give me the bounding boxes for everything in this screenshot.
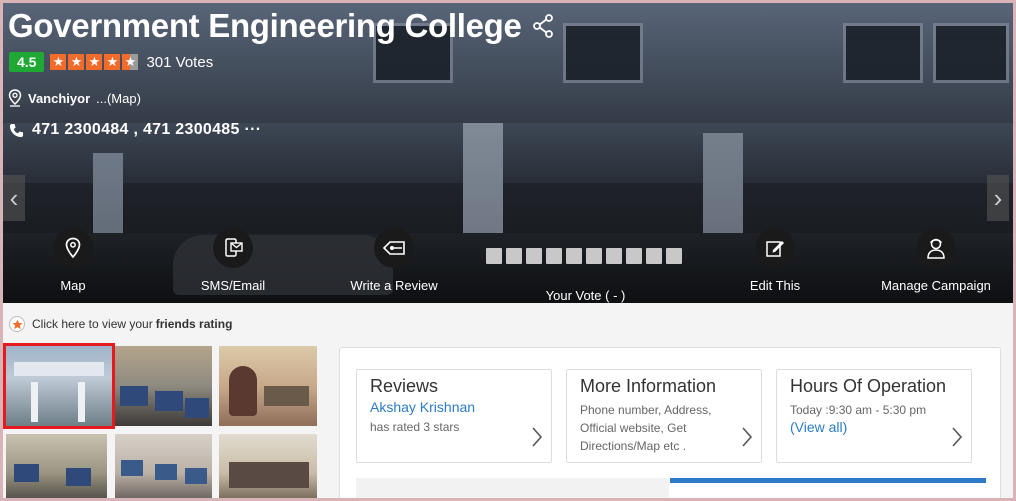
share-icon[interactable] (532, 14, 554, 38)
friends-rating-text: Click here to view your (32, 317, 153, 331)
bottom-strip-grey (356, 478, 669, 498)
vote-box[interactable] (525, 248, 542, 264)
phone-numbers[interactable]: 471 2300484 , 471 2300485 ··· (32, 121, 261, 139)
vote-box[interactable] (625, 248, 642, 264)
review-detail: has rated 3 stars (370, 420, 460, 434)
rating-badge: 4.5 (9, 52, 45, 72)
bottom-strip-blue (670, 478, 986, 483)
photo-thumbnail[interactable] (219, 346, 317, 426)
more-information-title: More Information (580, 376, 717, 396)
location-name: Vanchiyor (28, 90, 91, 106)
star-icon (9, 316, 25, 332)
next-photo-button[interactable]: › (987, 175, 1009, 221)
friends-rating-bold: friends rating (155, 317, 233, 331)
map-label: Map (60, 278, 86, 293)
star-icon[interactable]: ★ (104, 54, 121, 70)
vote-box[interactable] (545, 248, 562, 264)
photo-thumbnail[interactable] (115, 434, 212, 498)
your-vote-action[interactable]: Your Vote ( - ) (483, 238, 688, 303)
vote-box[interactable] (585, 248, 602, 264)
votes-count[interactable]: 301 Votes (146, 54, 213, 71)
map-link[interactable]: ...(Map) (96, 91, 141, 106)
map-pin-icon (65, 237, 81, 259)
reviews-title: Reviews (370, 376, 439, 396)
vote-boxes[interactable] (483, 248, 688, 268)
photo-thumbnail[interactable] (115, 346, 212, 426)
edit-this-circle (755, 228, 795, 268)
location-icon (8, 89, 22, 107)
write-review-circle (374, 228, 414, 268)
manage-campaign-circle (916, 228, 956, 268)
map-action[interactable]: Map (8, 228, 138, 293)
photo-thumbnail-selected[interactable] (3, 343, 115, 429)
reviews-box[interactable]: Reviews Akshay Krishnan has rated 3 star… (356, 369, 552, 463)
rating-row: 4.5 ★ ★ ★ ★ ★ 301 Votes (9, 52, 213, 72)
star-icon[interactable]: ★ (122, 54, 139, 70)
edit-icon (766, 241, 784, 257)
prev-photo-button[interactable]: ‹ (3, 175, 25, 221)
write-review-label: Write a Review (350, 278, 438, 293)
sms-email-circle (213, 228, 253, 268)
vote-box[interactable] (645, 248, 662, 264)
map-action-circle (53, 228, 93, 268)
view-all-hours-link[interactable]: (View all) (790, 419, 958, 435)
card-bottom-strip (356, 478, 986, 498)
title-row: Government Engineering College (8, 7, 554, 45)
sms-email-icon (225, 238, 243, 257)
hours-of-operation-box[interactable]: Hours Of Operation Today :9:30 am - 5:30… (776, 369, 972, 463)
hours-title: Hours Of Operation (790, 376, 947, 396)
vote-box[interactable] (485, 248, 502, 264)
phone-icon (9, 123, 24, 137)
college-title: Government Engineering College (8, 7, 522, 44)
chevron-right-icon (742, 427, 753, 447)
manage-campaign-icon (927, 238, 945, 259)
star-rating[interactable]: ★ ★ ★ ★ ★ (50, 54, 140, 70)
info-card: Reviews Akshay Krishnan has rated 3 star… (339, 347, 1001, 498)
sms-email-action[interactable]: SMS/Email (168, 228, 298, 293)
chevron-right-icon (532, 427, 543, 447)
vote-box[interactable] (565, 248, 582, 264)
photo-thumbnail[interactable] (6, 434, 107, 498)
star-icon[interactable]: ★ (50, 54, 67, 70)
manage-campaign-action[interactable]: Manage Campaign (871, 228, 1001, 293)
address-row: Vanchiyor ...(Map) (8, 89, 141, 107)
star-icon[interactable]: ★ (68, 54, 85, 70)
write-review-icon (382, 241, 405, 255)
vote-box[interactable] (605, 248, 622, 264)
more-information-detail: Phone number, Address, Official website,… (580, 403, 712, 453)
vote-box[interactable] (505, 248, 522, 264)
friends-rating-link[interactable]: Click here to view your friends rating (9, 316, 232, 332)
write-review-action[interactable]: Write a Review (329, 228, 459, 293)
your-vote-label: Your Vote ( - ) (545, 288, 626, 303)
chevron-right-icon: › (993, 182, 1003, 213)
manage-campaign-label: Manage Campaign (881, 278, 991, 293)
chevron-right-icon (952, 427, 963, 447)
photo-thumbnail[interactable] (219, 434, 317, 498)
edit-this-label: Edit This (749, 278, 801, 293)
more-information-box[interactable]: More Information Phone number, Address, … (566, 369, 762, 463)
sms-email-label: SMS/Email (200, 278, 266, 293)
edit-this-action[interactable]: Edit This (710, 228, 840, 293)
chevron-left-icon: ‹ (9, 182, 19, 213)
reviewer-name[interactable]: Akshay Krishnan (370, 399, 538, 415)
phone-row: 471 2300484 , 471 2300485 ··· (9, 121, 261, 139)
vote-box[interactable] (665, 248, 682, 264)
hero-banner: Government Engineering College 4.5 ★ ★ ★ ★ ★… (3, 3, 1013, 303)
star-icon[interactable]: ★ (86, 54, 103, 70)
hours-today: Today :9:30 am - 5:30 pm (790, 403, 927, 417)
page-frame: Government Engineering College 4.5 ★ ★ ★ ★ ★… (3, 3, 1013, 498)
